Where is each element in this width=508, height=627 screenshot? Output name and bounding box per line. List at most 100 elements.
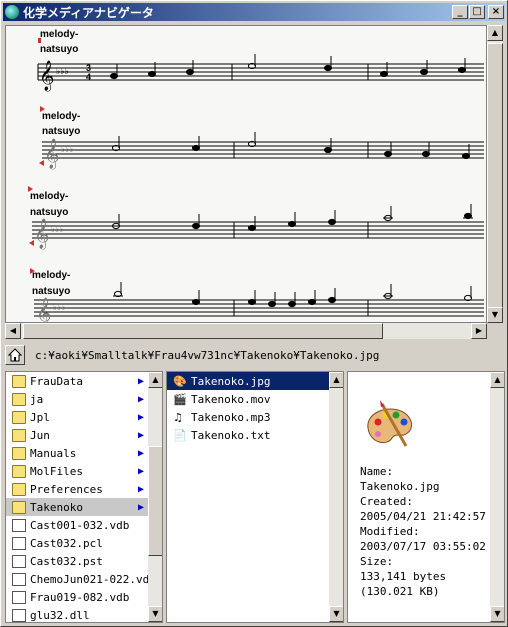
- close-button[interactable]: ×: [488, 5, 504, 19]
- file-item[interactable]: Cast001-032.vdb: [6, 516, 148, 534]
- folder-item[interactable]: Jun ▶: [6, 426, 148, 444]
- scroll-right-arrow-icon[interactable]: ▶: [471, 323, 487, 339]
- folder-pane[interactable]: FrauData ▶ ja ▶ Jpl ▶ Jun ▶ Manuals ▶ MolFiles ▶ Pre…: [5, 371, 163, 623]
- treble-clef-icon: 𝄞: [36, 297, 51, 323]
- item-label: Cast032.pst: [30, 554, 103, 568]
- maximize-button[interactable]: □: [469, 5, 485, 19]
- item-label: ja: [30, 392, 44, 406]
- scroll-up-arrow-icon[interactable]: ▲: [487, 25, 503, 41]
- folder-icon: [12, 482, 26, 496]
- scroll-down-arrow-icon[interactable]: ▼: [148, 606, 162, 622]
- staff-label: natsuyo: [30, 207, 68, 218]
- scroll-thumb[interactable]: [148, 446, 162, 556]
- item-label: MolFiles: [30, 464, 83, 478]
- minimize-button[interactable]: _: [452, 5, 468, 19]
- file-item[interactable]: ChemoJun021-022.vdb: [6, 570, 156, 588]
- expand-arrow-icon[interactable]: ▶: [138, 484, 144, 495]
- created-value: 2005/04/21 21:42:57: [360, 510, 486, 523]
- item-label: glu32.dll: [30, 608, 90, 622]
- home-button[interactable]: [5, 345, 25, 365]
- file-item[interactable]: Cast032.pst: [6, 552, 148, 570]
- clapper-icon: 🎬: [173, 392, 187, 406]
- expand-arrow-icon[interactable]: ▶: [138, 430, 144, 441]
- staff-label: melody-: [32, 270, 70, 281]
- scroll-thumb[interactable]: [487, 43, 503, 309]
- score-horizontal-scrollbar[interactable]: ◀ ▶: [5, 323, 487, 339]
- scroll-up-arrow-icon[interactable]: ▲: [148, 372, 162, 388]
- expand-arrow-icon[interactable]: ▶: [138, 502, 144, 513]
- music-note-icon: ♫: [173, 410, 183, 424]
- folder-item[interactable]: FrauData ▶: [6, 372, 148, 390]
- file-item[interactable]: 🎨 Takenoko.jpg: [167, 372, 329, 390]
- item-label: Takenoko: [30, 500, 83, 514]
- music-score: melody- natsuyo 𝄞 ♭♭♭ 3 4 melody- natsuy…: [28, 29, 484, 323]
- scroll-down-arrow-icon[interactable]: ▼: [490, 606, 504, 622]
- folder-icon: [12, 374, 26, 388]
- file-label: Takenoko.txt: [191, 428, 271, 442]
- document-icon: [12, 590, 26, 604]
- palette-icon: [367, 400, 413, 447]
- path-bar: c:¥aoki¥Smalltalk¥Frau4vw731nc¥Takenoko¥…: [5, 343, 505, 367]
- file-pane[interactable]: 🎨 Takenoko.jpg 🎬 Takenoko.mov ♫ Takenoko.mp3 📄…: [166, 371, 344, 623]
- item-label: ChemoJun021-022.vdb: [30, 572, 156, 586]
- item-label: Frau019-082.vdb: [30, 590, 130, 604]
- folder-item[interactable]: Jpl ▶: [6, 408, 148, 426]
- staff-label: melody-: [40, 29, 78, 40]
- folder-item[interactable]: MolFiles ▶: [6, 462, 148, 480]
- file-label: Takenoko.jpg: [191, 374, 271, 388]
- item-label: Preferences: [30, 482, 103, 496]
- score-vertical-scrollbar[interactable]: ▲ ▼: [487, 25, 503, 323]
- size-kb: (130.021 KB): [360, 585, 440, 598]
- file-item[interactable]: 🎬 Takenoko.mov: [167, 390, 329, 408]
- folder-scrollbar[interactable]: ▲ ▼: [148, 372, 162, 622]
- size-bytes: 133,141 bytes: [360, 570, 447, 583]
- scroll-up-arrow-icon[interactable]: ▲: [490, 372, 504, 388]
- expand-arrow-icon[interactable]: ▶: [138, 466, 144, 477]
- expand-arrow-icon[interactable]: ▶: [138, 448, 144, 459]
- item-label: Jpl: [30, 410, 50, 424]
- created-label: Created:: [360, 495, 413, 508]
- document-icon: [12, 572, 26, 586]
- scroll-up-arrow-icon[interactable]: ▲: [329, 372, 343, 388]
- treble-clef-icon: 𝄞: [44, 138, 59, 170]
- staff-label: natsuyo: [32, 286, 70, 297]
- folder-item[interactable]: Preferences ▶: [6, 480, 148, 498]
- text-file-icon: 📄: [173, 428, 187, 442]
- palette-icon: 🎨: [173, 374, 187, 388]
- staff-label: melody-: [30, 191, 68, 202]
- file-scrollbar[interactable]: ▲ ▼: [329, 372, 343, 622]
- key-signature: ♭♭♭: [53, 302, 66, 312]
- document-icon: [12, 608, 26, 622]
- size-label: Size:: [360, 555, 394, 568]
- key-signature: ♭♭♭: [51, 224, 64, 234]
- file-info: Name: Takenoko.jpg Created: 2005/04/21 2…: [360, 464, 486, 599]
- expand-arrow-icon[interactable]: ▶: [138, 412, 144, 423]
- folder-item[interactable]: Takenoko ▶: [6, 498, 148, 516]
- expand-arrow-icon[interactable]: ▶: [138, 376, 144, 387]
- scroll-left-arrow-icon[interactable]: ◀: [5, 323, 21, 339]
- folder-icon: [12, 446, 26, 460]
- scroll-down-arrow-icon[interactable]: ▼: [487, 307, 503, 323]
- treble-clef-icon: 𝄞: [34, 218, 49, 250]
- file-label: Takenoko.mov: [191, 392, 271, 406]
- app-window: 化学メディアナビゲータ _ □ × melody- natsuyo 𝄞 ♭♭♭: [0, 0, 508, 627]
- file-label: Takenoko.mp3: [191, 410, 271, 424]
- file-item[interactable]: 📄 Takenoko.txt: [167, 426, 329, 444]
- scroll-thumb[interactable]: [23, 323, 383, 339]
- item-label: Cast032.pcl: [30, 536, 103, 550]
- info-scrollbar[interactable]: ▲ ▼: [490, 372, 504, 622]
- folder-icon: [12, 464, 26, 478]
- item-label: Jun: [30, 428, 50, 442]
- file-item[interactable]: Frau019-082.vdb: [6, 588, 148, 606]
- staff-system-4: melody- natsuyo 𝄞 ♭♭♭: [30, 268, 484, 323]
- file-item[interactable]: glu32.dll: [6, 606, 148, 622]
- file-item[interactable]: Cast032.pcl: [6, 534, 148, 552]
- score-view[interactable]: melody- natsuyo 𝄞 ♭♭♭ 3 4 melody- natsuy…: [5, 25, 487, 323]
- staff-label: natsuyo: [42, 126, 80, 137]
- file-item[interactable]: ♫ Takenoko.mp3: [167, 408, 329, 426]
- expand-arrow-icon[interactable]: ▶: [138, 394, 144, 405]
- folder-item[interactable]: ja ▶: [6, 390, 148, 408]
- folder-item[interactable]: Manuals ▶: [6, 444, 148, 462]
- title-bar[interactable]: 化学メディアナビゲータ _ □ ×: [3, 3, 505, 21]
- scroll-down-arrow-icon[interactable]: ▼: [329, 606, 343, 622]
